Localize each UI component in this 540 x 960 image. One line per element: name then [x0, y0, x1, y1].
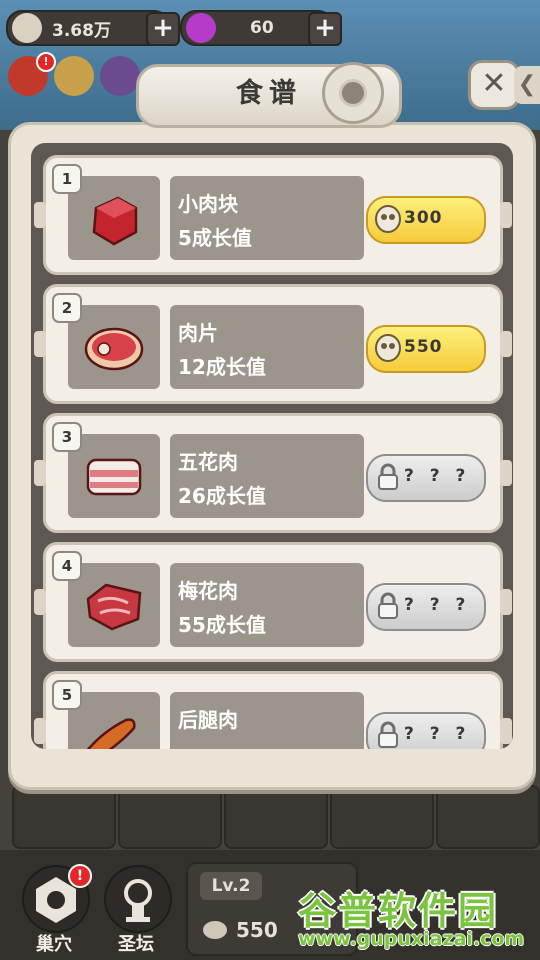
watermark-url: www.gupuxiazai.com [298, 928, 525, 950]
bone-coin-icon [375, 205, 401, 233]
bone-icon [203, 921, 227, 939]
gift-menu-icon[interactable] [100, 56, 140, 96]
grid-slot[interactable] [118, 785, 222, 849]
recipe-emblem-icon [322, 62, 384, 124]
recipe-modal: 1 小肉块 5成长值 300 2 肉片 12成长值 550 3 五花肉 26成长… [8, 122, 536, 790]
close-button[interactable]: ✕ [468, 60, 520, 110]
level-upgrade-cost: 550 [236, 918, 278, 942]
recipe-number: 1 [52, 164, 82, 194]
hero-notification-badge: ! [36, 52, 56, 72]
recipe-card: 3 五花肉 26成长值 ? ? ? [34, 413, 512, 533]
recipe-number: 3 [52, 422, 82, 452]
recipe-name: 五花肉 [178, 450, 238, 474]
watermark-title: 谷普软件园 [298, 889, 499, 933]
lock-icon [378, 463, 398, 490]
recipe-info: 后腿肉 [170, 692, 364, 749]
pork-belly-icon [86, 458, 142, 496]
recipe-price: 550 [404, 337, 443, 357]
grid-slot[interactable] [436, 785, 540, 849]
grid-slot[interactable] [224, 785, 328, 849]
card-edge-decoration [34, 202, 46, 228]
nest-notification-badge: ! [68, 864, 92, 888]
recipe-price: ? ? ? [404, 724, 471, 744]
recipe-card: 4 梅花肉 55成长值 ? ? ? [34, 542, 512, 662]
recipe-name: 肉片 [178, 321, 218, 345]
card-edge-decoration [500, 202, 512, 228]
recipe-name: 小肉块 [178, 192, 238, 216]
bone-currency-icon [12, 13, 42, 43]
recipe-price: ? ? ? [404, 466, 471, 486]
recipe-info: 小肉块 5成长值 [170, 176, 364, 260]
vip-menu-icon[interactable] [54, 56, 94, 96]
nest-label: 巢穴 [36, 934, 72, 955]
recipe-growth-value: 5成长值 [178, 226, 252, 250]
collapse-tab-button[interactable]: ❮ [514, 66, 540, 104]
altar-label: 圣坛 [118, 934, 154, 955]
card-edge-decoration [34, 460, 46, 486]
recipe-price: 300 [404, 208, 443, 228]
bone-coin-icon [375, 334, 401, 362]
recipe-info: 五花肉 26成长值 [170, 434, 364, 518]
gem-currency-amount: 60 [250, 18, 274, 38]
add-bone-button[interactable]: + [146, 12, 180, 46]
recipe-number: 5 [52, 680, 82, 710]
meat-cube-icon [92, 196, 138, 246]
card-edge-decoration [500, 460, 512, 486]
card-edge-decoration [34, 331, 46, 357]
recipe-info: 梅花肉 55成长值 [170, 563, 364, 647]
recipe-growth-value: 12成长值 [178, 355, 266, 379]
add-gem-button[interactable]: + [308, 12, 342, 46]
altar-icon [124, 879, 152, 922]
buy-recipe-button[interactable]: 550 [366, 325, 486, 373]
steak-icon [84, 327, 144, 371]
watermark: 谷普软件园 www.gupuxiazai.com [292, 876, 538, 954]
card-edge-decoration [500, 718, 512, 744]
grid-slot[interactable] [12, 785, 116, 849]
pork-shoulder-icon [86, 583, 142, 631]
recipe-name: 梅花肉 [178, 579, 238, 603]
locked-recipe-button[interactable]: ? ? ? [366, 454, 486, 502]
recipe-number: 4 [52, 551, 82, 581]
lock-icon [378, 592, 398, 619]
level-label: Lv.2 [200, 872, 262, 900]
recipe-info: 肉片 12成长值 [170, 305, 364, 389]
card-edge-decoration [34, 718, 46, 744]
lock-icon [378, 721, 398, 748]
recipe-price: ? ? ? [404, 595, 471, 615]
locked-recipe-button[interactable]: ? ? ? [366, 712, 486, 749]
card-edge-decoration [34, 589, 46, 615]
locked-recipe-button[interactable]: ? ? ? [366, 583, 486, 631]
recipe-card: 5 后腿肉 ? ? ? [34, 671, 512, 749]
recipe-growth-value: 55成长值 [178, 613, 266, 637]
altar-button[interactable] [104, 865, 172, 933]
recipe-number: 2 [52, 293, 82, 323]
card-edge-decoration [500, 331, 512, 357]
buy-recipe-button[interactable]: 300 [366, 196, 486, 244]
recipe-name: 后腿肉 [178, 708, 238, 732]
grid-slot[interactable] [330, 785, 434, 849]
recipe-list[interactable]: 1 小肉块 5成长值 300 2 肉片 12成长值 550 3 五花肉 26成长… [31, 143, 513, 749]
drumstick-icon [86, 718, 136, 749]
card-edge-decoration [500, 589, 512, 615]
bone-currency-amount: 3.68万 [52, 20, 111, 41]
recipe-card: 2 肉片 12成长值 550 [34, 284, 512, 404]
gem-currency-icon [186, 13, 216, 43]
recipe-growth-value: 26成长值 [178, 484, 266, 508]
recipe-card: 1 小肉块 5成长值 300 [34, 155, 512, 275]
